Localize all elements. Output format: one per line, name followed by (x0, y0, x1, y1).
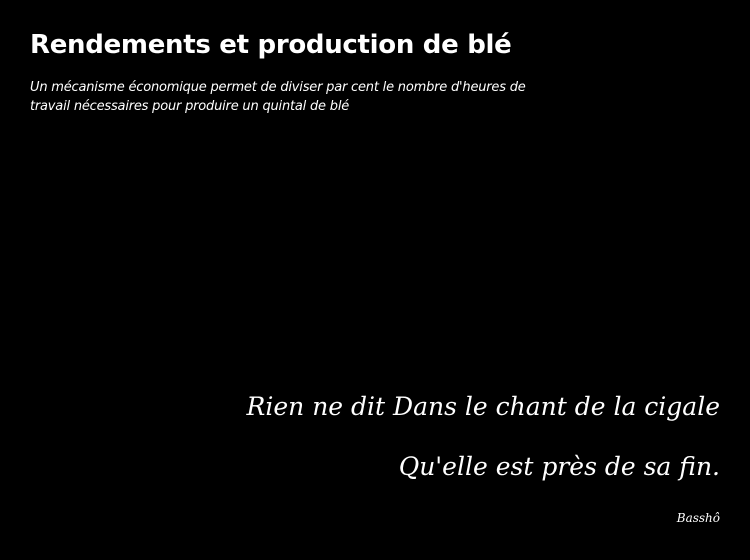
slide-subtitle: Un mécanisme économique permet de divise… (30, 80, 526, 114)
quote-line: Qu'elle est près de sa fin. (398, 452, 720, 481)
quote-block: Rien ne dit Dans le chant de la cigale Q… (120, 388, 720, 486)
slide-title: Rendements et production de blé (30, 30, 512, 60)
slide: Rendements et production de blé Un mécan… (0, 0, 750, 560)
quote-author: Basshô (676, 511, 720, 525)
quote-line: Rien ne dit Dans le chant de la cigale (246, 392, 720, 421)
